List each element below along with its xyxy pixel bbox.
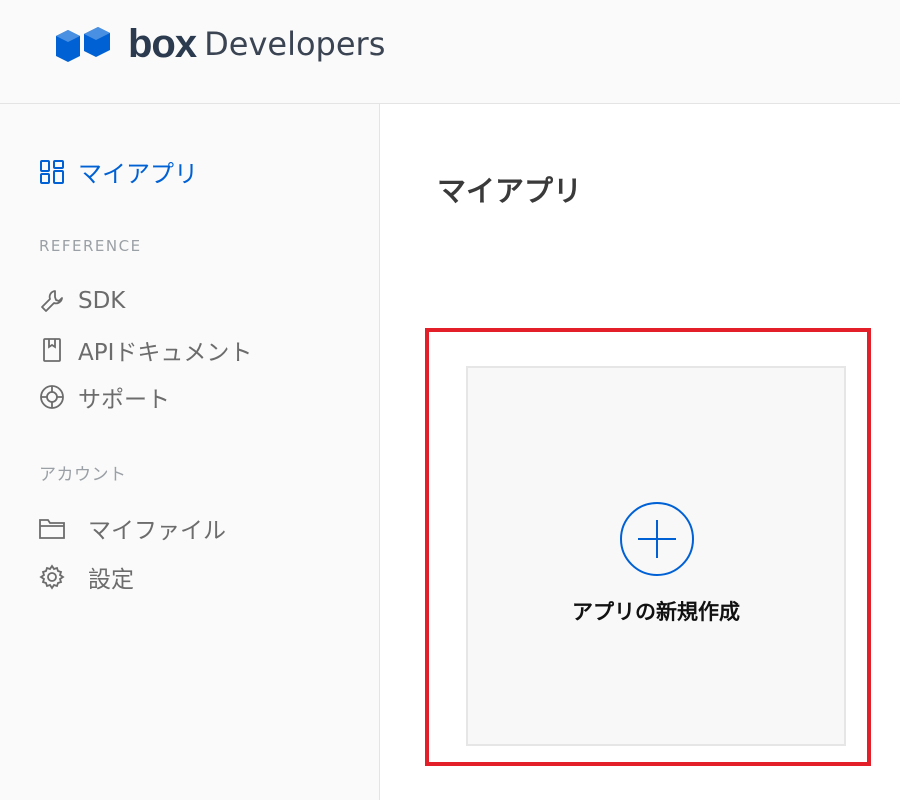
plus-circle-icon xyxy=(620,502,694,576)
main-content: マイアプリ アプリの新規作成 xyxy=(380,104,900,800)
wrench-icon xyxy=(38,287,66,315)
box-logo-icon xyxy=(56,27,110,62)
folder-icon xyxy=(38,514,66,542)
create-app-card[interactable]: アプリの新規作成 xyxy=(466,366,846,746)
page-title: マイアプリ xyxy=(437,174,583,208)
sidebar-item-my-apps[interactable]: マイアプリ xyxy=(38,154,198,189)
sidebar-item-api-docs[interactable]: APIドキュメント xyxy=(38,333,252,367)
top-header: box Developers xyxy=(0,0,900,104)
grid-icon xyxy=(38,158,66,186)
product-name: Developers xyxy=(204,25,386,63)
sidebar-item-label: マイアプリ xyxy=(78,160,198,188)
bookmark-icon xyxy=(38,336,66,364)
lifebuoy-icon xyxy=(38,383,66,411)
sidebar-item-sdk[interactable]: SDK xyxy=(38,287,125,315)
sidebar-item-label: APIドキュメント xyxy=(78,340,253,366)
sidebar-item-support[interactable]: サポート xyxy=(38,380,170,414)
sidebar-item-settings[interactable]: 設定 xyxy=(38,560,134,594)
sidebar-item-label: SDK xyxy=(78,288,126,314)
gear-icon xyxy=(38,563,66,591)
sidebar: マイアプリ REFERENCE SDK APIドキュメント サポート アカウント… xyxy=(0,104,380,800)
sidebar-item-label: サポート xyxy=(78,387,170,413)
brand-name: box xyxy=(128,22,197,66)
sidebar-item-label: 設定 xyxy=(88,567,134,593)
create-app-label: アプリの新規作成 xyxy=(572,600,740,624)
box-developers-logo[interactable]: box Developers xyxy=(56,24,385,64)
sidebar-item-my-files[interactable]: マイファイル xyxy=(38,511,226,545)
section-heading-account: アカウント xyxy=(39,465,127,485)
section-heading-reference: REFERENCE xyxy=(39,237,142,255)
sidebar-item-label: マイファイル xyxy=(88,518,226,544)
